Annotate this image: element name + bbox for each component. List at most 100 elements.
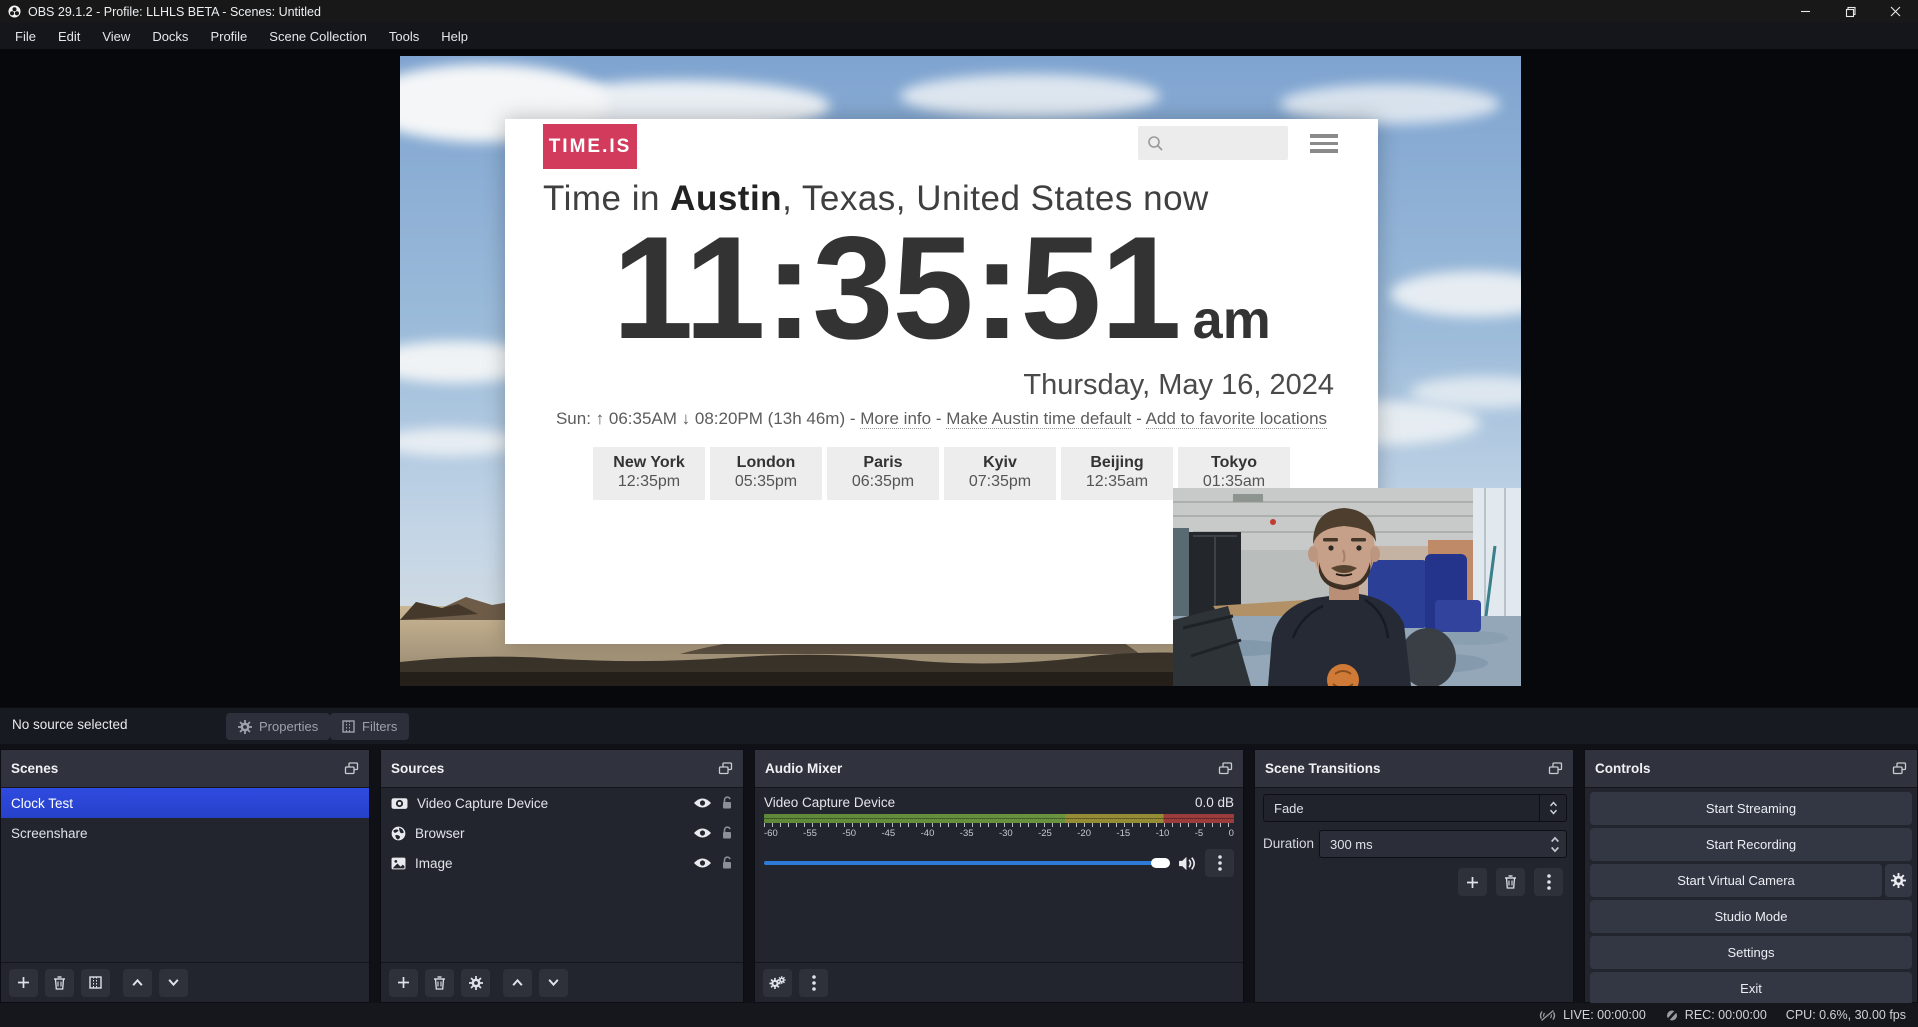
menu-docks[interactable]: Docks: [141, 29, 199, 44]
obs-logo-icon: [8, 5, 21, 18]
scene-item-clock-test[interactable]: Clock Test: [1, 788, 369, 818]
transition-properties-button[interactable]: [1534, 868, 1563, 896]
eye-visible-icon[interactable]: [693, 797, 712, 809]
image-icon: [391, 857, 406, 870]
virtual-camera-config-button[interactable]: [1885, 864, 1912, 897]
cloud: [1390, 271, 1521, 317]
start-streaming-button[interactable]: Start Streaming: [1590, 792, 1912, 825]
cloud: [900, 74, 1160, 118]
settings-button[interactable]: Settings: [1590, 936, 1912, 969]
record-inactive-icon: [1665, 1009, 1679, 1022]
menu-file[interactable]: File: [4, 29, 47, 44]
clock-ampm: am: [1193, 293, 1271, 347]
volume-slider-handle[interactable]: [1151, 858, 1170, 868]
unlock-icon[interactable]: [721, 826, 733, 840]
scene-item-screenshare[interactable]: Screenshare: [1, 818, 369, 848]
scene-up-button[interactable]: [123, 969, 152, 997]
duration-spinner[interactable]: 300 ms: [1319, 830, 1567, 858]
trash-icon: [433, 976, 446, 990]
filters-button[interactable]: Filters: [330, 713, 409, 740]
audio-mixer-title: Audio Mixer: [765, 761, 842, 776]
scene-filters-button[interactable]: [81, 969, 110, 997]
properties-button[interactable]: Properties: [226, 713, 330, 740]
popout-icon[interactable]: [718, 762, 733, 775]
menu-tools[interactable]: Tools: [378, 29, 430, 44]
webcam-overlay: [1173, 488, 1521, 686]
advanced-audio-button[interactable]: [763, 969, 792, 997]
eye-visible-icon[interactable]: [693, 827, 712, 839]
meter-tick-labels: -60-55-50-45-40-35-30-25-20-15-10-50: [764, 828, 1234, 839]
camera-icon: [391, 797, 408, 810]
city-box: Kyiv07:35pm: [944, 447, 1056, 500]
timeis-logo: TIME.IS: [543, 124, 637, 169]
source-up-button[interactable]: [503, 969, 532, 997]
scenes-header: Scenes: [1, 750, 369, 788]
source-properties-button[interactable]: [461, 969, 490, 997]
sources-toolbar: [381, 962, 743, 1002]
menu-view[interactable]: View: [91, 29, 141, 44]
add-scene-button[interactable]: [9, 969, 38, 997]
add-favorite-link: Add to favorite locations: [1146, 409, 1327, 429]
live-status: LIVE: 00:00:00: [1538, 1008, 1646, 1022]
chevron-down-icon[interactable]: [1550, 846, 1560, 853]
title-bar: OBS 29.1.2 - Profile: LLHLS BETA - Scene…: [0, 0, 1918, 23]
start-virtual-camera-button[interactable]: Start Virtual Camera: [1590, 864, 1882, 897]
popout-icon[interactable]: [1548, 762, 1563, 775]
sources-title: Sources: [391, 761, 444, 776]
trash-icon: [53, 976, 66, 990]
menu-edit[interactable]: Edit: [47, 29, 91, 44]
restore-button[interactable]: [1828, 0, 1873, 23]
close-icon: [1890, 6, 1901, 17]
unlock-icon[interactable]: [721, 796, 733, 810]
filter-icon: [342, 720, 355, 733]
more-info-link: More info: [860, 409, 931, 429]
transitions-title: Scene Transitions: [1265, 761, 1381, 776]
menu-profile[interactable]: Profile: [199, 29, 258, 44]
audio-mixer-header: Audio Mixer: [755, 750, 1243, 788]
add-transition-button[interactable]: [1458, 868, 1487, 896]
gear-icon: [238, 720, 252, 734]
chevron-up-icon: [1549, 801, 1558, 807]
close-button[interactable]: [1873, 0, 1918, 23]
source-row-video-capture[interactable]: Video Capture Device: [381, 788, 743, 818]
transitions-header: Scene Transitions: [1255, 750, 1573, 788]
globe-icon: [391, 826, 406, 841]
search-icon: [1147, 135, 1164, 152]
controls-title: Controls: [1595, 761, 1651, 776]
start-recording-button[interactable]: Start Recording: [1590, 828, 1912, 861]
add-source-button[interactable]: [389, 969, 418, 997]
scene-down-button[interactable]: [159, 969, 188, 997]
exit-button[interactable]: Exit: [1590, 972, 1912, 1005]
remove-source-button[interactable]: [425, 969, 454, 997]
mixer-options-button[interactable]: [1205, 849, 1234, 877]
remove-scene-button[interactable]: [45, 969, 74, 997]
scenes-toolbar: [1, 962, 369, 1002]
speaker-icon[interactable]: [1178, 856, 1197, 871]
source-row-image[interactable]: Image: [381, 848, 743, 878]
cpu-fps-status: CPU: 0.6%, 30.00 fps: [1786, 1008, 1906, 1022]
scene-transitions-panel: Scene Transitions Fade Duration 300 ms: [1254, 749, 1574, 1003]
clock-digits: 11:35:51: [612, 215, 1180, 361]
source-down-button[interactable]: [539, 969, 568, 997]
transition-select[interactable]: Fade: [1263, 794, 1567, 822]
volume-slider[interactable]: [764, 861, 1170, 865]
mixer-channel-name: Video Capture Device: [764, 795, 895, 810]
city-box: New York12:35pm: [593, 447, 705, 500]
menu-scene-collection[interactable]: Scene Collection: [258, 29, 378, 44]
popout-icon[interactable]: [1218, 762, 1233, 775]
popout-icon[interactable]: [1892, 762, 1907, 775]
source-row-browser[interactable]: Browser: [381, 818, 743, 848]
minimize-button[interactable]: [1783, 0, 1828, 23]
controls-panel: Controls Start Streaming Start Recording…: [1584, 749, 1918, 1003]
transition-value: Fade: [1264, 801, 1539, 816]
remove-transition-button[interactable]: [1496, 868, 1525, 896]
scenes-panel: Scenes Clock Test Screenshare: [0, 749, 370, 1003]
unlock-icon[interactable]: [721, 856, 733, 870]
menu-help[interactable]: Help: [430, 29, 479, 44]
popout-icon[interactable]: [344, 762, 359, 775]
video-preview[interactable]: TIME.IS Time in Austin, Texas, United St…: [400, 56, 1521, 686]
chevron-up-icon[interactable]: [1550, 836, 1560, 843]
mixer-menu-button[interactable]: [799, 969, 828, 997]
eye-visible-icon[interactable]: [693, 857, 712, 869]
studio-mode-button[interactable]: Studio Mode: [1590, 900, 1912, 933]
